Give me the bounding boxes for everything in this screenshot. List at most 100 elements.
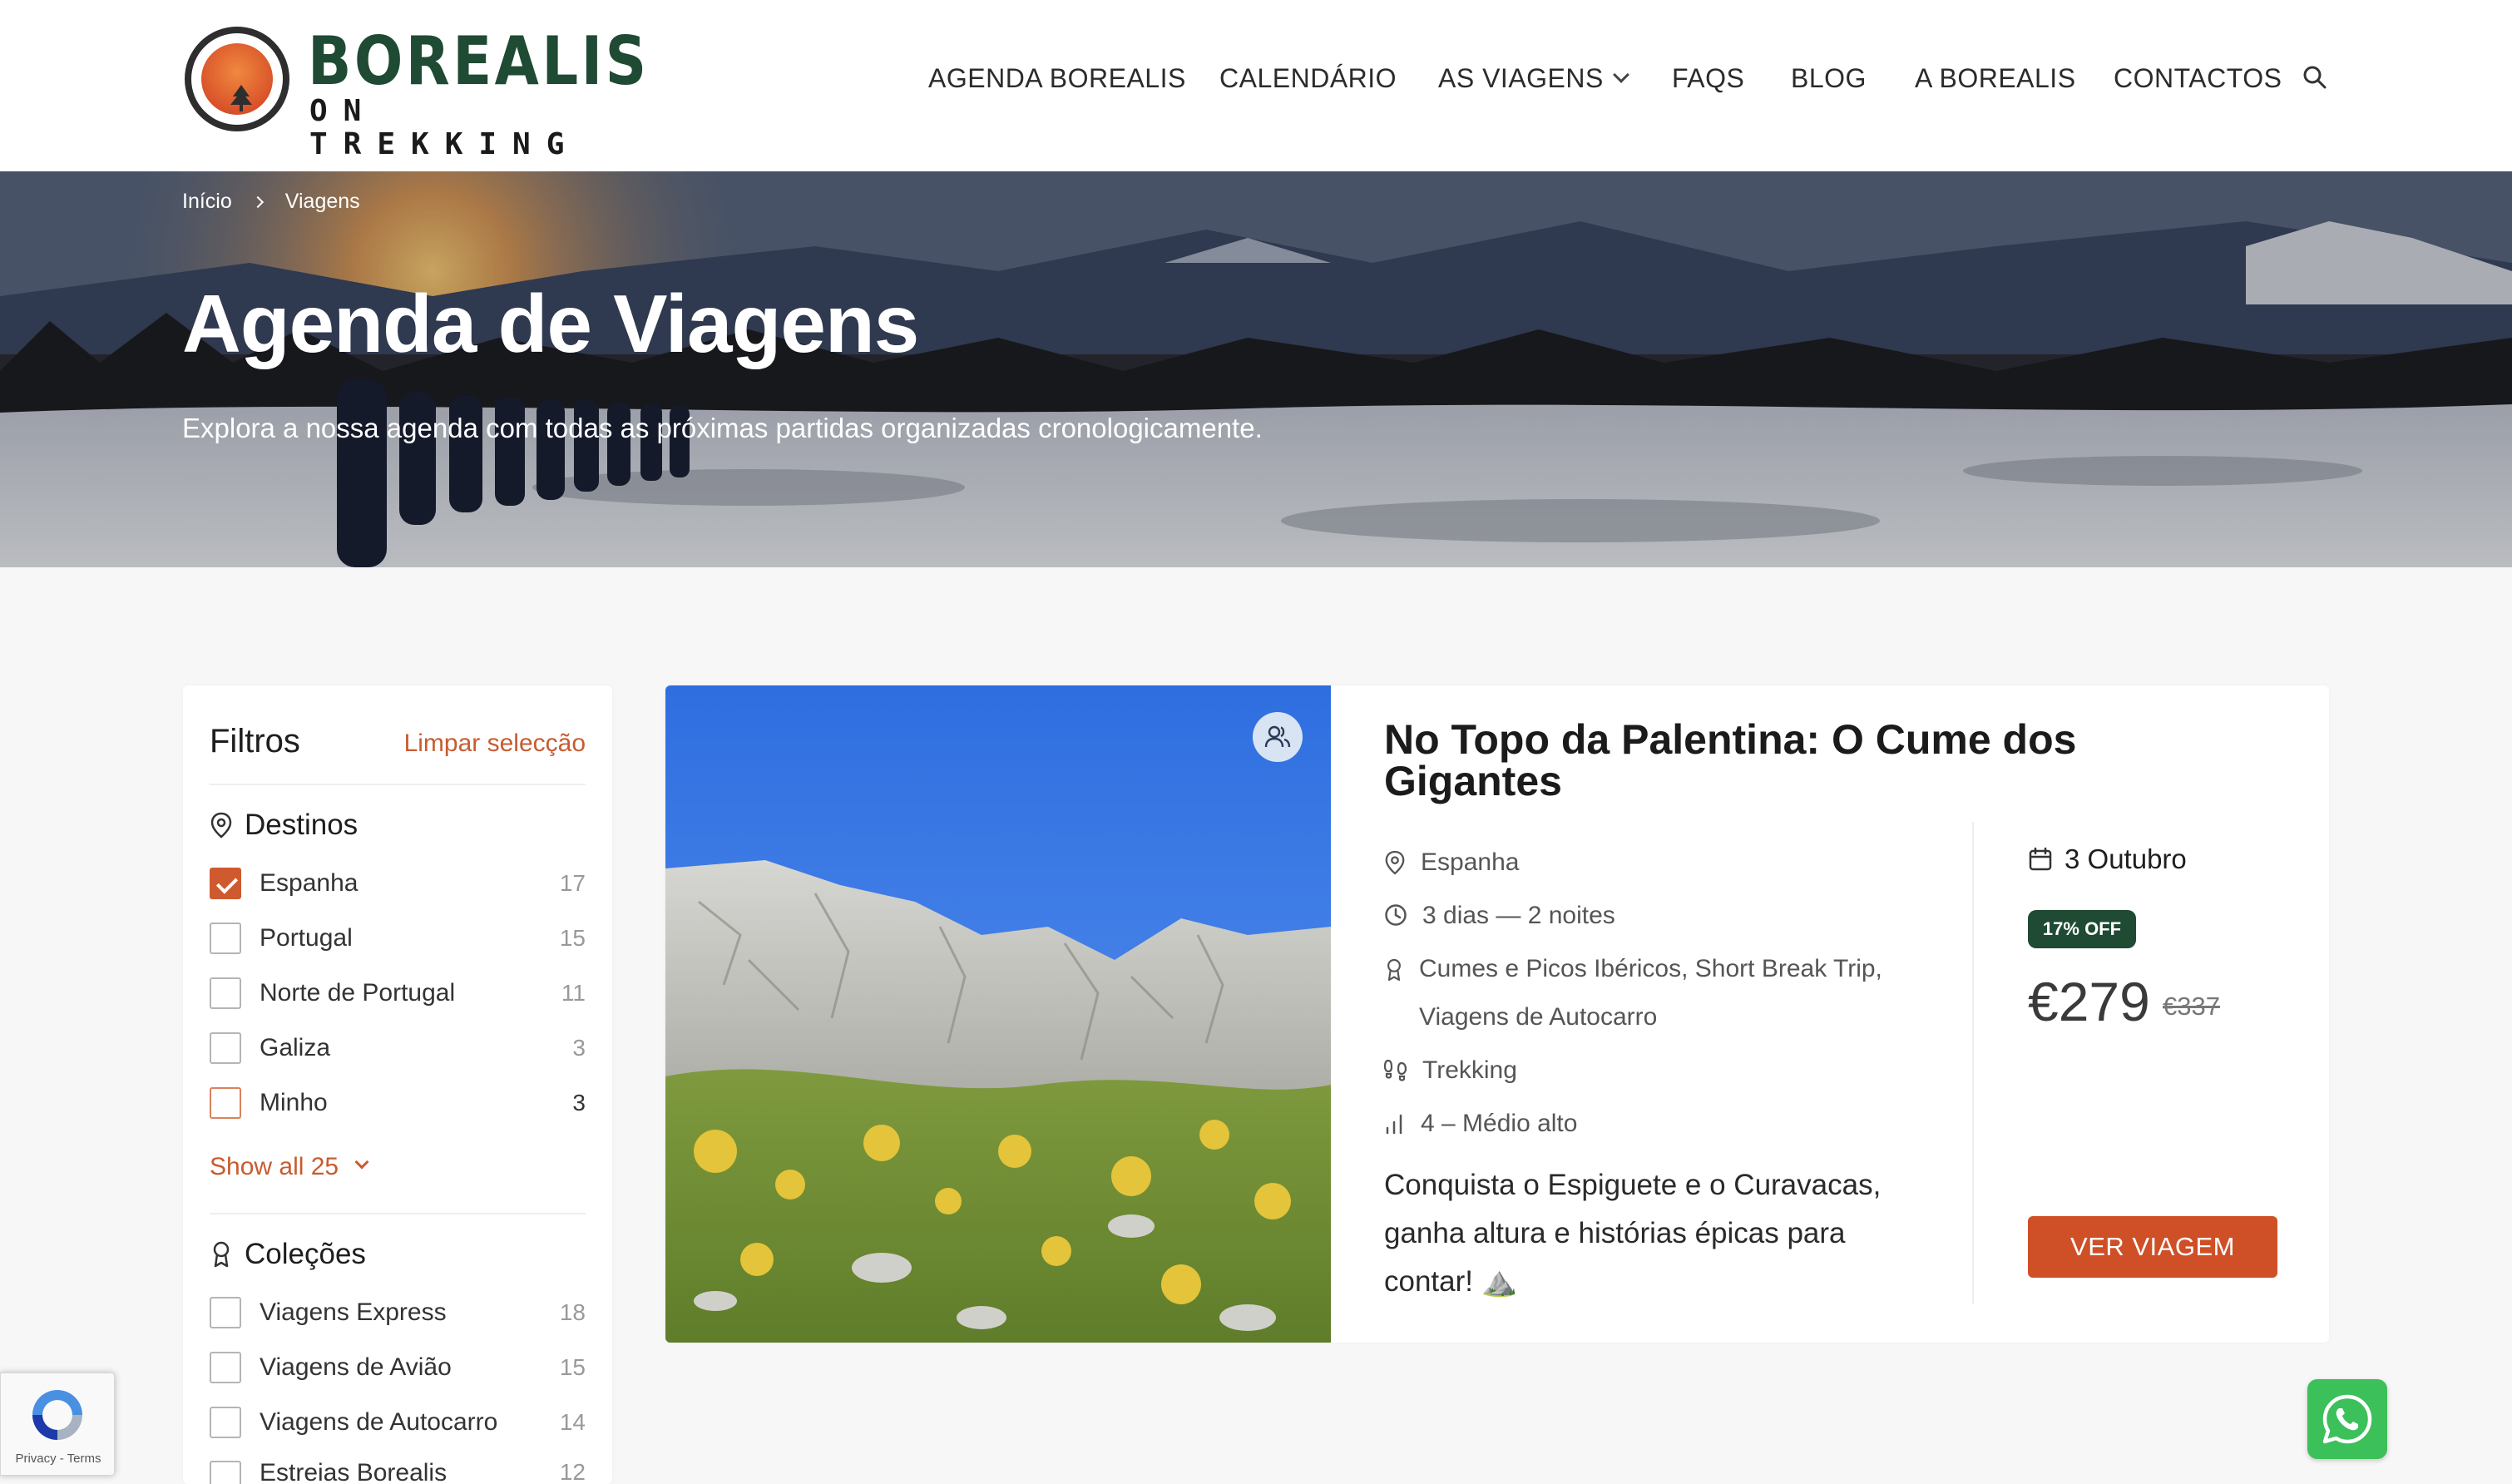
- filter-count: 15: [559, 1354, 586, 1380]
- logo-emblem: [185, 27, 289, 131]
- logo-tagline: ON TREKKING: [309, 94, 581, 161]
- colecoes-heading: Coleções: [210, 1236, 366, 1273]
- nav-agenda-borealis[interactable]: AGENDA BOREALIS: [928, 58, 1186, 98]
- colecoes-title: Coleções: [245, 1238, 366, 1270]
- discount-badge: 17% OFF: [2028, 910, 2136, 948]
- trip-price: €279: [2028, 971, 2150, 1032]
- filter-label: Norte de Portugal: [260, 979, 456, 1007]
- award-icon: [213, 1241, 230, 1268]
- map-pin-icon: [210, 812, 232, 838]
- trip-activity-text: Trekking: [1422, 1056, 1517, 1084]
- filter-count: 17: [559, 870, 586, 896]
- nav-faqs[interactable]: FAQS: [1672, 58, 1744, 98]
- signal-bars-icon: [1386, 1114, 1402, 1135]
- filter-option-norte-de-portugal[interactable]: Norte de Portugal 11: [210, 968, 586, 1018]
- nav-a-borealis[interactable]: A BOREALIS: [1915, 58, 2076, 98]
- trip-card: No Topo da Palentina: O Cume dos Gigante…: [665, 685, 2329, 1343]
- nav-calendario[interactable]: CALENDÁRIO: [1219, 58, 1397, 98]
- filter-count: 18: [559, 1299, 586, 1325]
- whatsapp-icon: [2322, 1394, 2372, 1444]
- checkbox-estreias-borealis[interactable]: [210, 1461, 241, 1484]
- filter-count: 3: [572, 1090, 586, 1115]
- filter-count: 15: [559, 925, 586, 951]
- page-subtitle: Explora a nossa agenda com todas as próx…: [182, 413, 1263, 443]
- show-all-destinos-link[interactable]: Show all 25: [210, 1153, 369, 1181]
- checkbox-viagens-de-autocarro[interactable]: [210, 1407, 241, 1438]
- divider: [1972, 822, 1974, 1304]
- ver-viagem-button[interactable]: VER VIAGEM: [2028, 1216, 2277, 1278]
- users-icon: [1264, 725, 1291, 748]
- nav-as-viagens-label: AS VIAGENS: [1438, 63, 1604, 93]
- checkbox-viagens-de-aviao[interactable]: [210, 1352, 241, 1383]
- trip-duration: 3 dias — 2 noites: [1384, 892, 1921, 940]
- nav-as-viagens[interactable]: AS VIAGENS: [1438, 58, 1629, 98]
- filter-label: Viagens Express: [260, 1298, 447, 1326]
- chevron-right-icon: [251, 195, 264, 208]
- filters-panel: Filtros Limpar selecção Destinos Espanha…: [183, 685, 612, 1484]
- trip-description: Conquista o Espiguete e o Curavacas, gan…: [1384, 1169, 1882, 1298]
- trip-old-price: €337: [2163, 992, 2220, 1021]
- chevron-down-icon: [1612, 67, 1629, 83]
- filter-label: Espanha: [260, 869, 359, 897]
- filter-option-espanha[interactable]: Espanha 17: [210, 858, 586, 908]
- borealis-logo[interactable]: BOREALIS ON TREKKING: [183, 23, 646, 161]
- hero-banner: Início Viagens Agenda de Viagens Explora…: [0, 171, 2512, 567]
- filter-label: Estreias Borealis: [260, 1459, 448, 1484]
- chevron-down-icon: [354, 1155, 369, 1170]
- checkbox-viagens-express[interactable]: [210, 1297, 241, 1328]
- filter-option-viagens-de-aviao[interactable]: Viagens de Avião 15: [210, 1343, 586, 1392]
- checkbox-portugal[interactable]: [210, 923, 241, 954]
- filter-count: 11: [561, 980, 586, 1006]
- map-pin-icon: [1385, 850, 1405, 875]
- search-icon[interactable]: [2302, 65, 2327, 90]
- breadcrumb-viagens[interactable]: Viagens: [285, 190, 360, 214]
- calendar-icon: [2029, 847, 2052, 871]
- trip-title[interactable]: No Topo da Palentina: O Cume dos Gigante…: [1384, 719, 2216, 802]
- filter-label: Viagens de Autocarro: [260, 1408, 498, 1436]
- trip-collections: Cumes e Picos Ibéricos, Short Break Trip…: [1384, 945, 1918, 1041]
- clear-selection-link[interactable]: Limpar selecção: [404, 727, 586, 760]
- filter-label: Viagens de Avião: [260, 1353, 452, 1381]
- filter-option-portugal[interactable]: Portugal 15: [210, 913, 586, 963]
- nav-blog[interactable]: BLOG: [1791, 58, 1867, 98]
- checkbox-norte-de-portugal[interactable]: [210, 977, 241, 1009]
- filter-option-viagens-de-autocarro[interactable]: Viagens de Autocarro 14: [210, 1397, 586, 1447]
- filter-label: Portugal: [260, 924, 353, 952]
- filter-option-galiza[interactable]: Galiza 3: [210, 1023, 586, 1073]
- site-header: BOREALIS ON TREKKING AGENDA BOREALIS CAL…: [0, 0, 2512, 171]
- award-icon: [1387, 958, 1401, 982]
- show-all-label: Show all 25: [210, 1153, 339, 1180]
- filter-option-viagens-express[interactable]: Viagens Express 18: [210, 1288, 586, 1338]
- filter-count: 14: [559, 1409, 586, 1435]
- filter-count: 3: [572, 1035, 586, 1061]
- nav-contactos[interactable]: CONTACTOS: [2114, 58, 2282, 98]
- trip-date-text: 3 Outubro: [2064, 843, 2187, 874]
- checkbox-minho[interactable]: [210, 1087, 241, 1119]
- destinos-heading: Destinos: [210, 807, 358, 843]
- trip-location-text: Espanha: [1421, 848, 1520, 876]
- clock-icon: [1385, 904, 1407, 926]
- page-title: Agenda de Viagens: [182, 278, 919, 369]
- checkbox-galiza[interactable]: [210, 1032, 241, 1064]
- footprints-icon: [1384, 1059, 1407, 1081]
- trip-difficulty-text: 4 – Médio alto: [1421, 1110, 1578, 1137]
- recaptcha-badge[interactable]: Privacy - Terms: [0, 1373, 115, 1476]
- trip-photo-image: [665, 685, 1331, 1343]
- trip-photo[interactable]: [665, 685, 1331, 1343]
- filter-count: 12: [559, 1459, 586, 1484]
- recaptcha-privacy-terms[interactable]: Privacy - Terms: [1, 1452, 116, 1466]
- filter-option-minho[interactable]: Minho 3: [210, 1078, 586, 1128]
- filter-option-estreias-borealis[interactable]: Estreias Borealis 12: [210, 1451, 586, 1484]
- checkbox-espanha[interactable]: [210, 868, 241, 899]
- trip-activity: Trekking: [1384, 1046, 1921, 1095]
- filters-title: Filtros: [210, 723, 300, 759]
- recaptcha-icon: [32, 1390, 82, 1440]
- group-trip-badge: [1253, 712, 1303, 762]
- whatsapp-button[interactable]: [2307, 1379, 2387, 1459]
- destinos-title: Destinos: [245, 809, 359, 841]
- trip-date: 3 Outubro: [2028, 843, 2187, 875]
- trip-duration-text: 3 dias — 2 noites: [1422, 902, 1615, 929]
- breadcrumb-inicio[interactable]: Início: [182, 190, 232, 214]
- trip-collections-text: Cumes e Picos Ibéricos, Short Break Trip…: [1419, 955, 1882, 1031]
- filter-label: Minho: [260, 1089, 328, 1116]
